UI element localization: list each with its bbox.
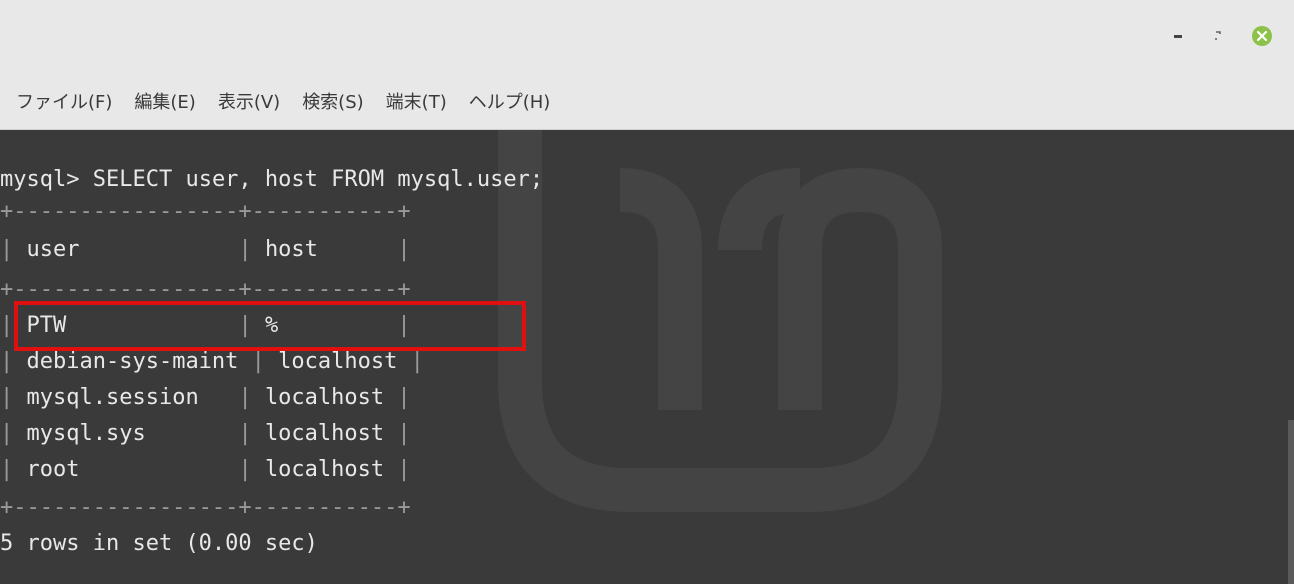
maximize-icon xyxy=(1215,31,1221,40)
table-border-top: +-----------------+-----------+ xyxy=(0,199,411,224)
cell-user: debian-sys-maint xyxy=(26,349,239,374)
close-button[interactable] xyxy=(1248,22,1276,50)
menu-help[interactable]: ヘルプ(H) xyxy=(469,88,551,114)
cell-user: mysql.sys xyxy=(26,421,146,446)
title-bar[interactable] xyxy=(0,0,1294,72)
cell-host: localhost xyxy=(264,385,385,410)
terminal-window: ファイル(F) 編集(E) 表示(V) 検索(S) 端末(T) ヘルプ(H) m… xyxy=(0,0,1294,584)
table-row: | root | localhost | xyxy=(0,457,411,482)
window-controls xyxy=(1144,0,1294,72)
menu-terminal[interactable]: 端末(T) xyxy=(386,88,447,114)
highlight-box xyxy=(14,301,526,351)
minimize-button[interactable] xyxy=(1164,22,1192,50)
header-user: user xyxy=(26,237,80,262)
table-row: | mysql.sys | localhost | xyxy=(0,421,411,446)
table-header-row: | user | host | xyxy=(0,237,411,262)
maximize-button[interactable] xyxy=(1204,22,1232,50)
cell-host: localhost xyxy=(264,457,385,482)
menu-file[interactable]: ファイル(F) xyxy=(16,88,112,114)
cell-user: root xyxy=(26,457,80,482)
menu-search[interactable]: 検索(S) xyxy=(302,88,363,114)
linux-mint-logo-icon xyxy=(498,130,942,512)
cell-host: localhost xyxy=(264,421,385,446)
table-row: | debian-sys-maint | localhost | xyxy=(0,349,424,374)
prompt: mysql> xyxy=(0,167,80,192)
table-row: | mysql.session | localhost | xyxy=(0,385,411,410)
close-icon xyxy=(1252,26,1272,46)
table-border-mid: +-----------------+-----------+ xyxy=(0,277,411,302)
scrollbar-thumb[interactable] xyxy=(1288,420,1294,584)
menu-view[interactable]: 表示(V) xyxy=(218,88,280,114)
cell-user: mysql.session xyxy=(26,385,199,410)
command-line: mysql> SELECT user, host FROM mysql.user… xyxy=(0,166,543,194)
table-border-bottom: +-----------------+-----------+ xyxy=(0,495,411,520)
command-text: SELECT user, host FROM mysql.user; xyxy=(92,167,544,192)
minimize-icon xyxy=(1174,35,1182,38)
header-host: host xyxy=(264,237,318,262)
menu-bar: ファイル(F) 編集(E) 表示(V) 検索(S) 端末(T) ヘルプ(H) xyxy=(0,72,1294,130)
terminal-output[interactable]: mysql> SELECT user, host FROM mysql.user… xyxy=(0,130,1294,584)
menu-edit[interactable]: 編集(E) xyxy=(134,88,195,114)
result-summary: 5 rows in set (0.00 sec) xyxy=(0,531,318,556)
cell-host: localhost xyxy=(278,349,398,374)
